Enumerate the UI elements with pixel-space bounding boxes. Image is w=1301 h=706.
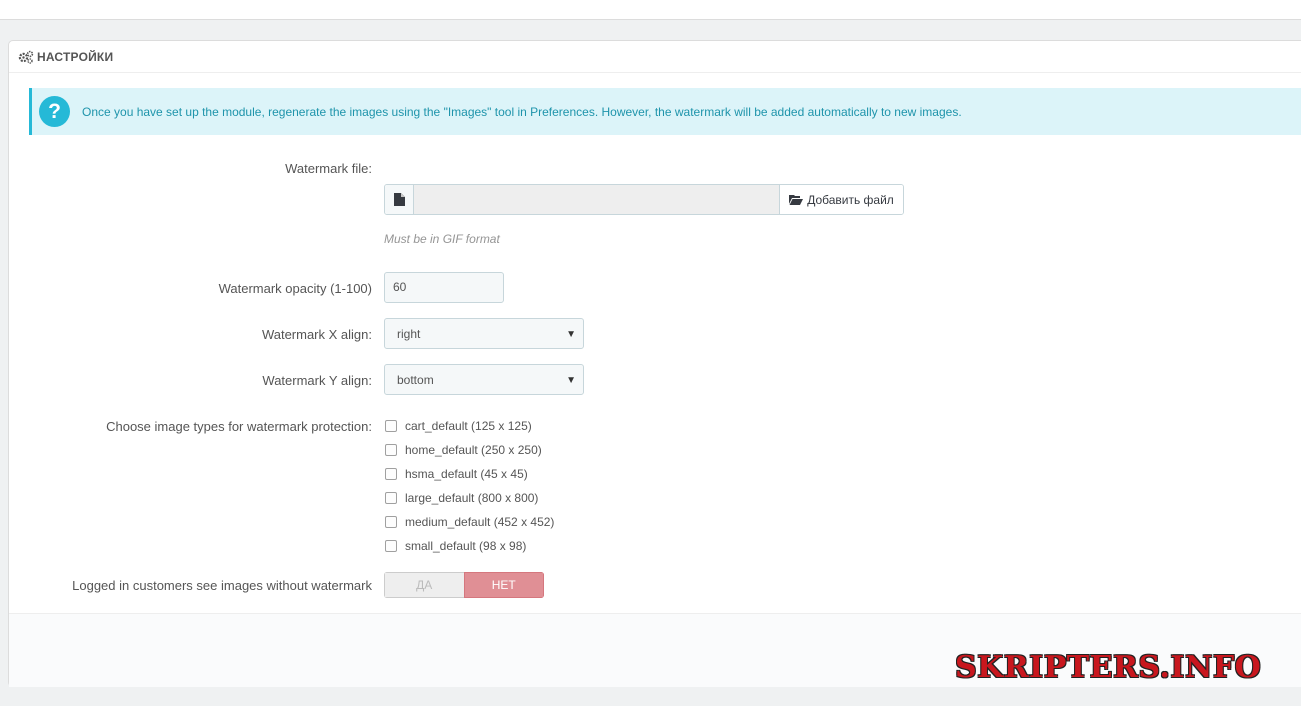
image-types-label: Choose image types for watermark protect… [106, 419, 372, 434]
add-file-button[interactable]: Добавить файл [779, 185, 903, 214]
file-format-help: Must be in GIF format [384, 232, 500, 246]
checkbox[interactable] [385, 492, 397, 504]
image-type-label: small_default (98 x 98) [405, 539, 527, 553]
caret-down-icon: ▼ [566, 329, 576, 340]
image-type-option[interactable]: hsma_default (45 x 45) [385, 467, 528, 481]
checkbox[interactable] [385, 540, 397, 552]
image-type-option[interactable]: cart_default (125 x 125) [385, 419, 532, 433]
checkbox[interactable] [385, 420, 397, 432]
x-align-label: Watermark X align: [261, 327, 372, 342]
image-type-label: cart_default (125 x 125) [405, 419, 532, 433]
add-file-label: Добавить файл [807, 192, 894, 207]
file-icon [385, 185, 414, 214]
file-upload-group: Добавить файл [384, 184, 904, 215]
image-type-option[interactable]: large_default (800 x 800) [385, 491, 538, 505]
opacity-label: Watermark opacity (1-100) [218, 281, 372, 296]
image-type-option[interactable]: home_default (250 x 250) [385, 443, 542, 457]
question-icon: ? [39, 96, 70, 127]
file-name-field[interactable] [414, 185, 779, 214]
x-align-value: right [397, 327, 421, 341]
checkbox[interactable] [385, 516, 397, 528]
switch-yes-option[interactable]: ДА [384, 572, 464, 598]
folder-open-icon [789, 195, 804, 205]
checkbox[interactable] [385, 468, 397, 480]
image-type-label: home_default (250 x 250) [405, 443, 542, 457]
caret-down-icon: ▼ [566, 375, 576, 386]
watermark-file-label: Watermark file: [285, 161, 372, 176]
image-type-label: medium_default (452 x 452) [405, 515, 555, 529]
logged-in-label: Logged in customers see images without w… [72, 578, 372, 593]
panel-heading: НАСТРОЙКИ [9, 41, 1301, 73]
info-alert: ? Once you have set up the module, regen… [29, 88, 1301, 135]
image-type-label: hsma_default (45 x 45) [405, 467, 528, 481]
image-type-option[interactable]: medium_default (452 x 452) [385, 515, 554, 529]
opacity-input[interactable]: 60 [384, 272, 504, 303]
gears-icon [18, 50, 34, 64]
alert-text: Once you have set up the module, regener… [82, 104, 962, 119]
y-align-label: Watermark Y align: [262, 373, 372, 388]
top-bar [0, 0, 1301, 20]
site-watermark: SKRIPTERS.INFO [955, 650, 1262, 685]
x-align-select[interactable]: right ▼ [384, 318, 584, 349]
settings-panel: НАСТРОЙКИ ? Once you have set up the mod… [8, 40, 1301, 687]
image-type-label: large_default (800 x 800) [405, 491, 539, 505]
y-align-value: bottom [397, 373, 434, 387]
image-type-option[interactable]: small_default (98 x 98) [385, 539, 526, 553]
logged-in-switch[interactable]: ДА НЕТ [384, 572, 544, 598]
checkbox[interactable] [385, 444, 397, 456]
y-align-select[interactable]: bottom ▼ [384, 364, 584, 395]
panel-title: НАСТРОЙКИ [37, 49, 114, 64]
switch-no-option[interactable]: НЕТ [463, 572, 544, 598]
